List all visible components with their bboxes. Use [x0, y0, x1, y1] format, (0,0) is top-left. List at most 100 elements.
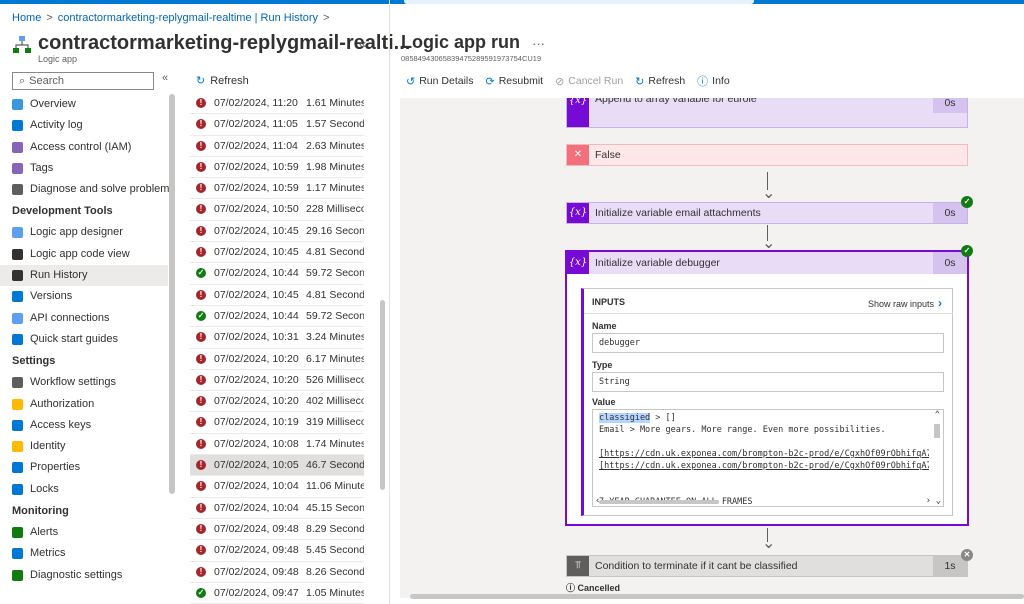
run-row[interactable]: ! 07/02/2024, 10:20 402 Millisecond	[190, 391, 364, 413]
run-row[interactable]: ✓ 07/02/2024, 10:44 59.72 Seconds	[190, 263, 364, 285]
sidebar-item-run-history[interactable]: Run History	[0, 265, 168, 287]
sidebar-item-activity-log[interactable]: Activity log	[0, 115, 168, 136]
run-row[interactable]: ! 07/02/2024, 10:04 45.15 Seconds	[190, 498, 364, 519]
run-row[interactable]: ! 07/02/2024, 09:48 5.45 Seconds	[190, 540, 364, 562]
cancel-run-button[interactable]: ⊘ Cancel Run	[555, 74, 623, 88]
scroll-thumb[interactable]	[934, 424, 940, 438]
sidebar-item-overview[interactable]: Overview	[0, 94, 168, 115]
run-row[interactable]: ! 07/02/2024, 11:05 1.57 Seconds	[190, 114, 364, 136]
sidebar-item-diagnose-and-solve-problems[interactable]: Diagnose and solve problems	[0, 179, 175, 200]
run-row[interactable]: ! 07/02/2024, 10:05 46.7 Seconds	[190, 455, 364, 477]
info-button[interactable]: ⓘ Info	[697, 74, 730, 88]
failed-status-icon: !	[196, 289, 206, 300]
step-false-branch[interactable]: ✕ False	[566, 144, 968, 166]
nav-search-input[interactable]: ⌕ Search	[12, 72, 154, 90]
run-start-time: 07/02/2024, 10:20	[214, 395, 299, 408]
run-duration: 6.17 Minutes	[306, 352, 364, 365]
run-row[interactable]: ! 07/02/2024, 10:04 11.06 Minutes	[190, 476, 364, 498]
step-condition-terminate[interactable]: ⫪ Condition to terminate if it cant be c…	[566, 555, 968, 577]
sidebar-item-locks[interactable]: Locks	[0, 479, 168, 500]
more-options-icon[interactable]: ···	[532, 36, 545, 51]
sidebar-item-access-keys[interactable]: Access keys	[0, 415, 168, 436]
run-row[interactable]: ! 07/02/2024, 11:20 1.61 Minutes	[190, 93, 364, 115]
value-link[interactable]: [https://cdn.uk.exponea.com/brompton-b2c…	[599, 460, 929, 472]
run-row[interactable]: ! 07/02/2024, 10:59 1.17 Minutes	[190, 178, 364, 200]
sidebar-item-properties[interactable]: Properties	[0, 457, 168, 478]
step-init-debugger-expanded[interactable]: {x} Initialize variable debugger 0s INPU…	[565, 250, 969, 526]
canvas-horizontal-scrollbar[interactable]	[410, 594, 1024, 599]
value-text: > []	[650, 413, 676, 423]
access-control-iam-icon	[12, 141, 23, 153]
scroll-down-icon[interactable]: ⌄	[936, 496, 941, 506]
runs-refresh-button[interactable]: ↻ Refresh	[196, 74, 249, 87]
failed-status-icon: !	[196, 161, 206, 172]
resubmit-icon: ⟳	[485, 75, 495, 88]
nav-section-monitoring: Monitoring	[12, 505, 69, 518]
step-append-array[interactable]: {x} Append to array variable for eurole …	[566, 98, 968, 128]
sidebar-item-versions[interactable]: Versions	[0, 286, 168, 307]
sidebar-item-quick-start-guides[interactable]: Quick start guides	[0, 329, 168, 350]
collapse-pane-icon[interactable]: «	[359, 36, 366, 51]
global-search-tab[interactable]	[404, 0, 754, 4]
run-row[interactable]: ! 07/02/2024, 10:20 6.17 Minutes	[190, 349, 364, 370]
scroll-up-icon[interactable]: ⌃	[935, 410, 940, 420]
sidebar-item-tags[interactable]: Tags	[0, 158, 168, 179]
sidebar-item-label: Alerts	[30, 526, 59, 539]
value-label: Value	[592, 397, 616, 407]
success-check-icon: ✓	[961, 196, 973, 208]
run-row[interactable]: ! 07/02/2024, 11:04 2.63 Minutes	[190, 136, 364, 157]
step-init-email-attachments[interactable]: {x} Initialize variable email attachment…	[566, 202, 968, 224]
runs-scrollbar[interactable]	[380, 300, 385, 490]
sidebar-item-label: Run History	[30, 269, 88, 282]
logic-app-code-view-icon	[12, 248, 23, 260]
run-row[interactable]: ! 07/02/2024, 10:45 4.81 Seconds	[190, 285, 364, 306]
sidebar-item-metrics[interactable]: Metrics	[0, 543, 168, 564]
resubmit-button[interactable]: ⟳ Resubmit	[486, 74, 544, 88]
step-header[interactable]: {x} Initialize variable debugger 0s	[567, 252, 967, 274]
run-row[interactable]: ! 07/02/2024, 10:59 1.98 Minutes	[190, 157, 364, 179]
run-row[interactable]: ✓ 07/02/2024, 09:47 1.05 Minutes	[190, 583, 364, 604]
sidebar-item-label: Access control (IAM)	[30, 140, 132, 153]
sidebar-item-authorization[interactable]: Authorization	[0, 394, 168, 415]
nav-scrollbar[interactable]	[169, 94, 175, 494]
info-icon: ⓘ	[697, 76, 709, 88]
inputs-header: INPUTS	[592, 297, 626, 307]
run-row[interactable]: ! 07/02/2024, 10:19 319 Millisecond	[190, 412, 364, 434]
access-keys-icon	[12, 419, 23, 431]
sidebar-item-api-connections[interactable]: API connections	[0, 308, 168, 329]
breadcrumb-run-history[interactable]: contractormarketing-replygmail-realtime …	[58, 12, 318, 24]
sidebar-item-identity[interactable]: Identity	[0, 436, 168, 457]
breadcrumb-home[interactable]: Home	[12, 12, 41, 24]
sidebar-item-logic-app-code-view[interactable]: Logic app code view	[0, 244, 168, 265]
run-row[interactable]: ! 07/02/2024, 10:20 526 Millisecond	[190, 370, 364, 392]
sidebar-item-logic-app-designer[interactable]: Logic app designer	[0, 222, 168, 243]
run-row[interactable]: ! 07/02/2024, 10:50 228 Millisecond	[190, 199, 364, 221]
run-row[interactable]: ! 07/02/2024, 10:45 29.16 Seconds	[190, 221, 364, 243]
arrow-down-icon: ⌄	[762, 535, 776, 552]
run-row[interactable]: ✓ 07/02/2024, 10:44 59.72 Seconds	[190, 306, 364, 328]
run-start-time: 07/02/2024, 10:45	[214, 246, 299, 259]
collapse-nav-icon[interactable]: «	[162, 72, 168, 84]
run-row[interactable]: ! 07/02/2024, 09:48 8.29 Seconds	[190, 519, 364, 541]
sidebar-item-diagnostic-settings[interactable]: Diagnostic settings	[0, 565, 168, 586]
name-value: debugger	[592, 333, 944, 353]
sidebar-item-access-control-iam[interactable]: Access control (IAM)	[0, 137, 168, 158]
run-row[interactable]: ! 07/02/2024, 10:31 3.24 Minutes	[190, 327, 364, 349]
run-details-button[interactable]: ↺ Run Details	[406, 74, 474, 88]
run-row[interactable]: ! 07/02/2024, 10:08 1.74 Minutes	[190, 434, 364, 456]
sidebar-item-alerts[interactable]: Alerts	[0, 522, 168, 543]
run-row[interactable]: ! 07/02/2024, 10:45 4.81 Seconds	[190, 242, 364, 264]
value-vertical-scrollbar[interactable]	[933, 412, 941, 506]
top-bar	[0, 0, 1024, 4]
run-row[interactable]: ! 07/02/2024, 09:48 8.26 Seconds	[190, 562, 364, 583]
workflow-settings-icon	[12, 377, 23, 389]
run-duration: 5.45 Seconds	[306, 544, 364, 557]
value-link[interactable]: [https://cdn.uk.exponea.com/brompton-b2c…	[599, 448, 929, 460]
sidebar-item-workflow-settings[interactable]: Workflow settings	[0, 372, 168, 393]
value-horizontal-scrollbar[interactable]	[599, 500, 719, 504]
scroll-right-icon[interactable]: ›	[926, 496, 931, 506]
show-raw-inputs-link[interactable]: Show raw inputs ›	[868, 296, 942, 310]
failed-status-icon: !	[196, 353, 206, 364]
value-textarea[interactable]: classigied > [] Email > More gears. More…	[592, 409, 944, 507]
refresh-button[interactable]: ↻ Refresh	[635, 74, 685, 88]
